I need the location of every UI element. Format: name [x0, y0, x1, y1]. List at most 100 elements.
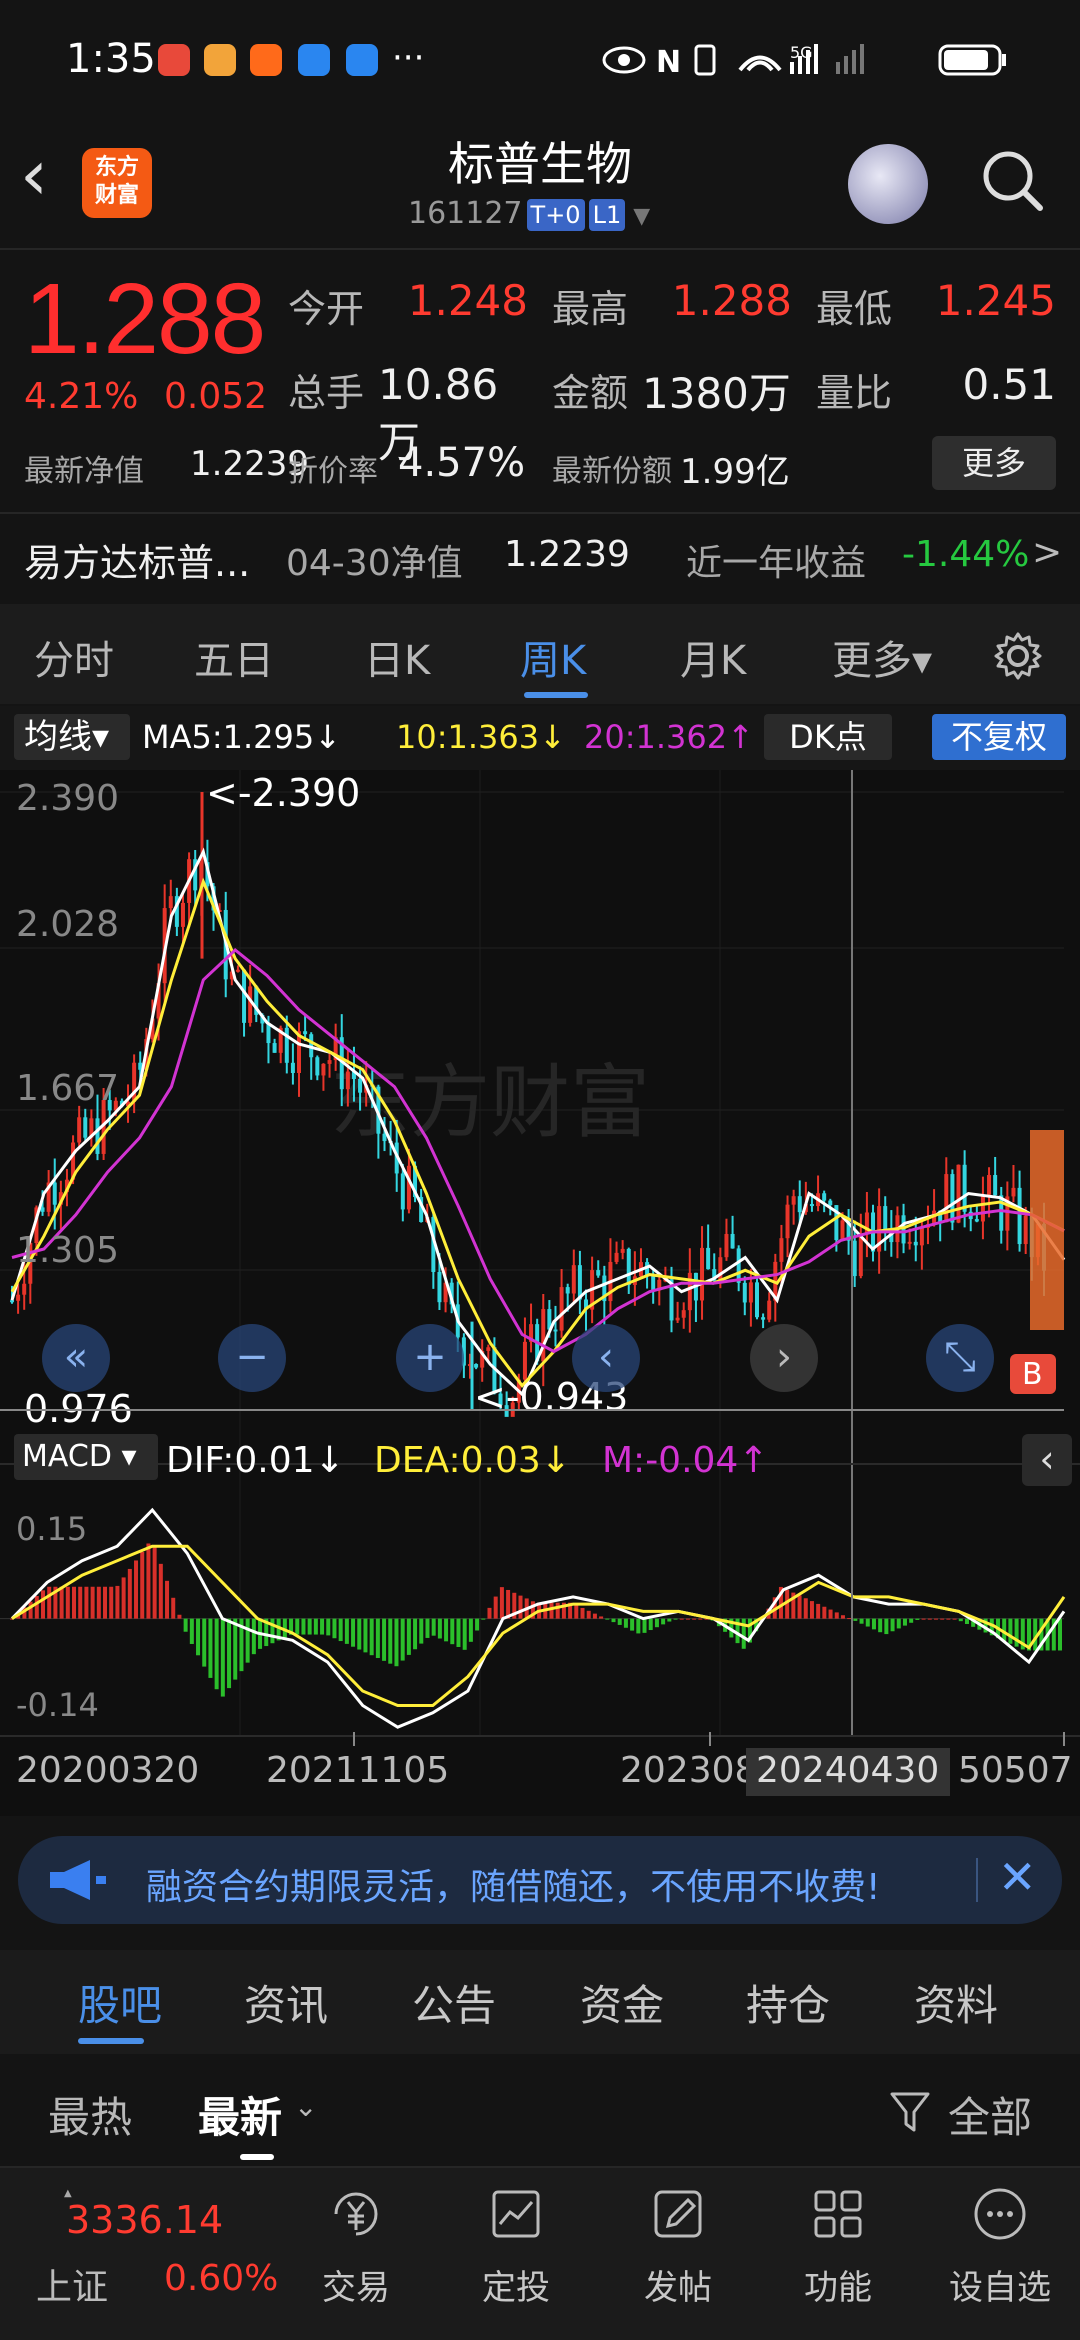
zoom-out-icon[interactable]: − — [218, 1324, 286, 1392]
index-change: 0.60% — [164, 2258, 279, 2299]
sort-bar: 最热 最新 ⌄ 全部 — [0, 2054, 1080, 2164]
candle-body — [724, 1233, 729, 1258]
tab-monthly-k[interactable]: 月K — [680, 628, 746, 686]
macd-bar — [127, 1568, 132, 1619]
candle-body — [345, 1071, 350, 1090]
nav-functions-label: 功能 — [804, 2268, 872, 2308]
macd-bar — [413, 1618, 418, 1650]
macd-bar — [828, 1609, 833, 1619]
kline-svg: 东方财富 2.390 2.028 1.667 1.305 <-2.390 <-0… — [0, 770, 1080, 1796]
tab-forum[interactable]: 股吧 — [78, 1972, 162, 2033]
sort-hot[interactable]: 最热 — [48, 2084, 132, 2145]
divider — [0, 248, 1080, 250]
macd-bar — [450, 1618, 455, 1645]
macd-bar — [251, 1618, 256, 1655]
more-button[interactable]: 更多 — [932, 436, 1056, 490]
macd-bar — [270, 1618, 275, 1644]
nav-trade[interactable]: 交易 — [286, 2168, 426, 2340]
macd-bar — [636, 1618, 641, 1634]
macd-bar — [865, 1618, 870, 1627]
tab-daily-k[interactable]: 日K — [364, 628, 430, 686]
macd-bar — [115, 1585, 120, 1619]
macd-bar — [685, 1618, 690, 1620]
macd-bar — [468, 1618, 473, 1642]
tab-weekly-k[interactable]: 周K — [520, 628, 586, 686]
macd-bar — [617, 1618, 622, 1625]
date-label-4: 50507 — [958, 1750, 1073, 1791]
close-icon[interactable]: ✕ — [998, 1850, 1037, 1904]
nav-watchlist[interactable]: 设自选 — [930, 2168, 1070, 2340]
tab-profile[interactable]: 资料 — [914, 1972, 998, 2033]
macd-bar — [177, 1614, 182, 1619]
gear-icon[interactable] — [992, 630, 1044, 682]
fullscreen-icon[interactable]: ⤡ — [926, 1324, 994, 1392]
candle-body — [474, 1364, 479, 1368]
nav-functions[interactable]: 功能 — [768, 2168, 908, 2340]
macd-bar — [357, 1618, 362, 1650]
high-value: 1.288 — [671, 276, 792, 325]
filter-icon[interactable] — [888, 2090, 934, 2136]
macd-bar — [419, 1618, 424, 1644]
macd-bar — [623, 1618, 628, 1628]
promo-banner[interactable]: 融资合约期限灵活，随借随还，不使用不收费! ✕ — [18, 1836, 1062, 1924]
volume-ratio-value: 0.51 — [962, 360, 1056, 409]
tab-funds[interactable]: 资金 — [580, 1972, 664, 2033]
tab-holdings[interactable]: 持仓 — [746, 1972, 830, 2033]
macd-bar — [41, 1590, 46, 1619]
dk-point-button[interactable]: DK点 — [764, 714, 892, 760]
banner-text: 融资合约期限灵活，随借随还，不使用不收费! — [146, 1867, 881, 1908]
macd-bar — [196, 1618, 201, 1656]
candle-body — [675, 1317, 680, 1321]
macd-bar — [853, 1618, 858, 1621]
macd-bar — [1008, 1618, 1013, 1644]
candle-body — [242, 969, 247, 1023]
index-ticker[interactable]: ▲ 3336.14 上证 0.60% — [30, 2188, 278, 2328]
fund-info-row[interactable]: 易方达标普... 04-30净值 1.2239 近一年收益 -1.44% > — [0, 512, 1080, 602]
candle-body — [553, 1329, 558, 1332]
kline-chart[interactable]: 东方财富 2.390 2.028 1.667 1.305 <-2.390 <-0… — [0, 770, 1080, 1816]
zoom-in-icon[interactable]: + — [396, 1324, 464, 1392]
macd-bar — [121, 1577, 126, 1619]
next-arrow-icon[interactable]: › — [750, 1324, 818, 1392]
filter-all[interactable]: 全部 — [948, 2084, 1032, 2145]
macd-bar — [431, 1618, 436, 1636]
candle-body — [571, 1265, 576, 1294]
max-marker: <-2.390 — [206, 771, 360, 815]
fund-return-label: 近一年收益 — [686, 543, 867, 584]
open-value: 1.248 — [407, 276, 528, 325]
ma5-value: MA5:1.295↓ — [142, 718, 342, 756]
nav-label: 最新净值 — [24, 454, 144, 489]
tab-more[interactable]: 更多▾ — [832, 628, 932, 686]
macd-bar — [915, 1618, 920, 1620]
candle-body — [541, 1309, 546, 1362]
assistant-robot-icon[interactable] — [848, 144, 928, 224]
tab-announcements[interactable]: 公告 — [412, 1972, 496, 2033]
chart-box-icon — [492, 2190, 540, 2238]
nav-post[interactable]: 发帖 — [608, 2168, 748, 2340]
nav-invest[interactable]: 定投 — [446, 2168, 586, 2340]
ma-selector[interactable]: 均线▾ — [14, 714, 130, 760]
back-button[interactable]: ‹ — [20, 140, 80, 220]
candle-body — [761, 1317, 766, 1320]
rewind-icon[interactable]: « — [42, 1324, 110, 1392]
tab-intraday[interactable]: 分时 — [34, 628, 114, 686]
search-icon[interactable] — [980, 148, 1044, 212]
macd-bar — [605, 1618, 610, 1620]
sort-latest[interactable]: 最新 — [198, 2084, 282, 2145]
stock-code[interactable]: 161127 T+0 L1 ▼ — [408, 196, 650, 231]
y-label-4: 1.305 — [16, 1230, 119, 1271]
fund-nav-label: 04-30净值 — [286, 543, 463, 584]
shares-value: 1.99亿 — [680, 452, 790, 492]
tab-five-day[interactable]: 五日 — [194, 628, 274, 686]
macd-selector[interactable]: MACD ▾ — [14, 1434, 158, 1480]
prev-arrow-icon[interactable]: ‹ — [572, 1324, 640, 1392]
macd-bar — [307, 1618, 312, 1635]
tab-news[interactable]: 资讯 — [244, 1972, 328, 2033]
cursor-date-label: 20240430 — [756, 1750, 939, 1791]
t0-badge: T+0 — [526, 199, 585, 231]
macd-bar — [171, 1597, 176, 1619]
ma-line-20 — [11, 948, 1065, 1354]
collapse-arrow-button[interactable]: ‹ — [1022, 1434, 1072, 1486]
candle-body — [1023, 1215, 1028, 1245]
no-adjust-button[interactable]: 不复权 — [932, 714, 1066, 760]
